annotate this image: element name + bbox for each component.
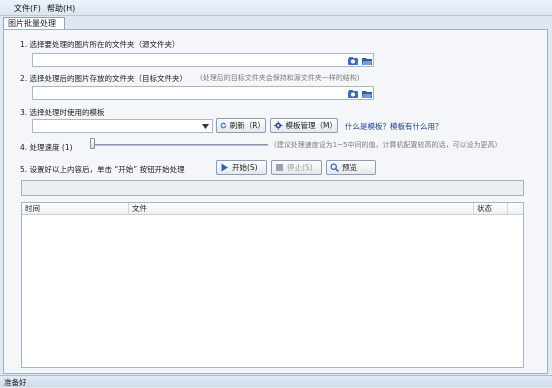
step3-label: 3. 选择处理时使用的模板 bbox=[20, 108, 105, 117]
menu-bar: 文件(F) 帮助(H) bbox=[0, 0, 552, 16]
start-label: 开始(S) bbox=[232, 163, 258, 172]
magnifier-icon bbox=[330, 163, 339, 172]
start-button[interactable]: 开始(S) bbox=[216, 160, 267, 175]
refresh-icon bbox=[220, 122, 227, 129]
target-open-icon[interactable] bbox=[347, 88, 359, 100]
template-help-link[interactable]: 什么是模板？模板有什么用？ bbox=[345, 121, 443, 132]
preview-button[interactable]: 预览 bbox=[326, 160, 376, 175]
template-manage-button[interactable]: 模板管理（M） bbox=[270, 118, 338, 133]
column-time[interactable]: 时间 bbox=[22, 203, 129, 215]
template-select[interactable] bbox=[32, 119, 213, 133]
play-icon bbox=[221, 163, 228, 172]
stop-button[interactable]: 停止(S) bbox=[271, 160, 322, 175]
column-status[interactable]: 状态 bbox=[474, 203, 508, 215]
source-folder-field[interactable] bbox=[32, 53, 374, 67]
status-text: 准备好 bbox=[4, 378, 27, 387]
refresh-button[interactable]: 刷新（R） bbox=[216, 118, 266, 133]
target-folder-field[interactable] bbox=[32, 86, 374, 100]
speed-slider-track[interactable] bbox=[92, 144, 268, 146]
progress-bar bbox=[21, 180, 524, 196]
stop-icon bbox=[276, 164, 283, 171]
template-manage-label: 模板管理（M） bbox=[285, 121, 337, 130]
table-header: 时间 文件 状态 bbox=[22, 203, 523, 215]
stop-label: 停止(S) bbox=[287, 163, 313, 172]
menu-help[interactable]: 帮助(H) bbox=[47, 3, 75, 14]
step2-hint: (处理后的目标文件夹会保持和源文件夹一样的结构) bbox=[200, 74, 360, 82]
source-open-icon[interactable] bbox=[347, 55, 359, 67]
chevron-down-icon[interactable] bbox=[202, 124, 209, 129]
main-panel: 1. 选择要处理的图片所在的文件夹（源文件夹） 2. 选择处理后的图片存放的文件… bbox=[3, 29, 548, 374]
speed-slider-thumb[interactable] bbox=[90, 138, 95, 149]
step2-label: 2. 选择处理后的图片存放的文件夹（目标文件夹） bbox=[20, 74, 188, 83]
menu-file[interactable]: 文件(F) bbox=[14, 3, 41, 14]
gear-icon bbox=[274, 121, 283, 130]
step1-label: 1. 选择要处理的图片所在的文件夹（源文件夹） bbox=[20, 40, 180, 49]
column-file[interactable]: 文件 bbox=[129, 203, 474, 215]
refresh-label: 刷新（R） bbox=[229, 121, 265, 130]
preview-label: 预览 bbox=[342, 163, 357, 172]
step4-hint: (建议处理速度设为1~5中间的值，计算机配置较高的话，可以设为更高) bbox=[274, 141, 498, 149]
target-browse-folder-icon[interactable] bbox=[361, 88, 373, 100]
step4-label: 4. 处理速度 (1) bbox=[20, 143, 73, 152]
step5-label: 5. 设置好以上内容后，单击 “开始” 按钮开始处理 bbox=[20, 165, 185, 174]
log-table[interactable]: 时间 文件 状态 bbox=[21, 202, 524, 368]
status-bar: 准备好 bbox=[0, 375, 552, 387]
source-browse-folder-icon[interactable] bbox=[361, 55, 373, 67]
